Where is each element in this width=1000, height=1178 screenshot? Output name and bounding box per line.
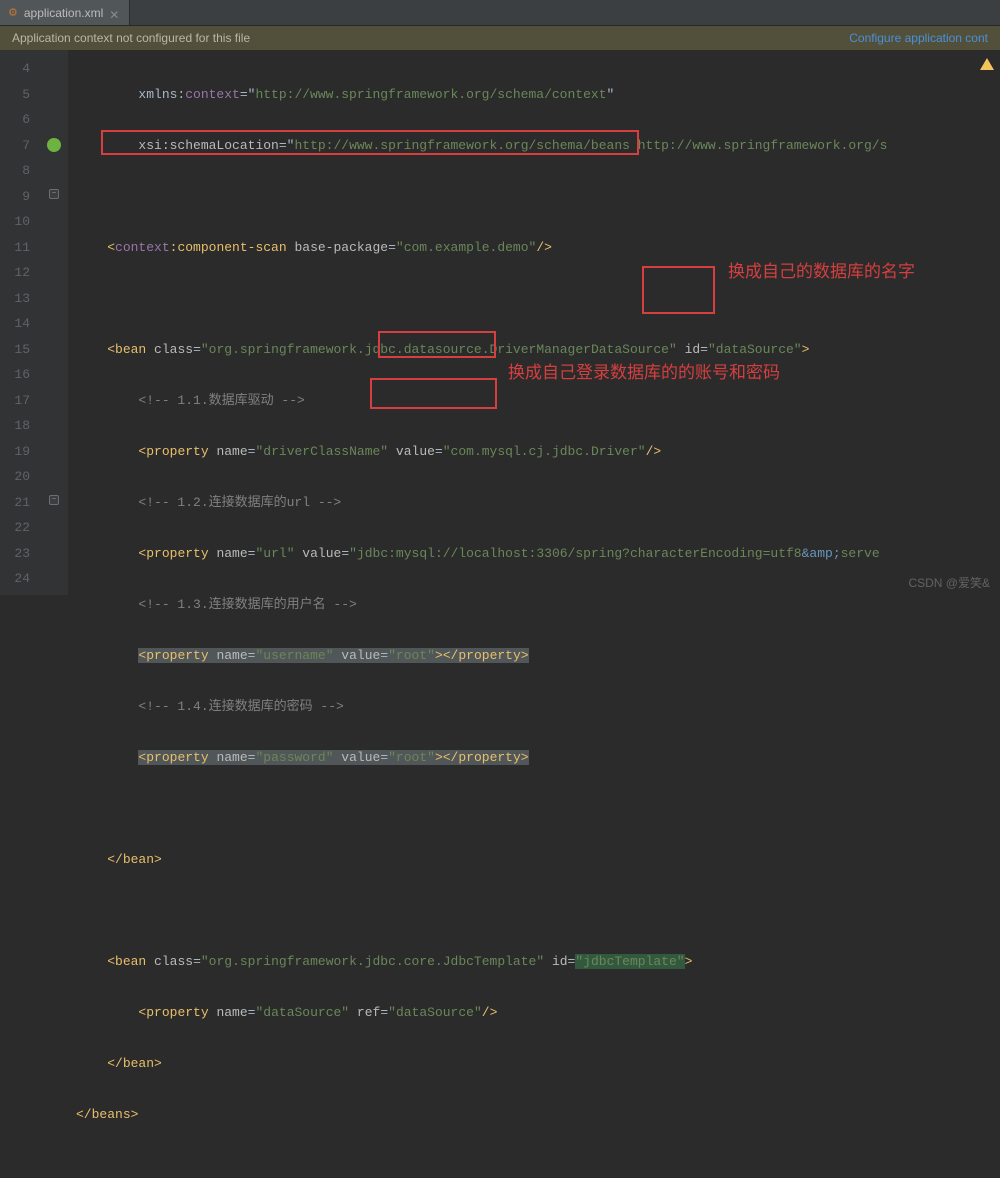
close-tab-icon[interactable]: ✕	[109, 8, 119, 18]
line-number: 18	[0, 413, 42, 439]
line-number: 9	[0, 184, 42, 210]
line-number: 24	[0, 566, 42, 592]
fold-icon[interactable]: −	[49, 189, 59, 199]
line-number: 23	[0, 541, 42, 567]
line-number: 10	[0, 209, 42, 235]
context-config-notice: Application context not configured for t…	[0, 26, 1000, 50]
line-number: 5	[0, 82, 42, 108]
gutter-icons: − −	[42, 50, 68, 595]
line-number: 4	[0, 56, 42, 82]
line-number: 15	[0, 337, 42, 363]
warning-icon[interactable]	[980, 58, 994, 70]
line-number: 8	[0, 158, 42, 184]
watermark: CSDN @爱笑&	[908, 574, 990, 591]
line-number: 17	[0, 388, 42, 414]
line-number: 14	[0, 311, 42, 337]
code-area[interactable]: xmlns:context="http://www.springframewor…	[68, 50, 887, 595]
line-number: 7	[0, 133, 42, 159]
configure-context-link[interactable]: Configure application cont	[849, 31, 988, 45]
editor-tab-bar: ⚙ application.xml ✕	[0, 0, 1000, 26]
line-number: 11	[0, 235, 42, 261]
line-number: 16	[0, 362, 42, 388]
line-number-gutter: 456789101112131415161718192021222324	[0, 50, 42, 595]
file-tab-application-xml[interactable]: ⚙ application.xml ✕	[0, 0, 130, 25]
line-number: 13	[0, 286, 42, 312]
line-number: 12	[0, 260, 42, 286]
code-editor[interactable]: 456789101112131415161718192021222324 − −…	[0, 50, 1000, 595]
fold-icon[interactable]: −	[49, 495, 59, 505]
xml-file-icon: ⚙	[8, 6, 18, 19]
line-number: 6	[0, 107, 42, 133]
line-number: 22	[0, 515, 42, 541]
file-tab-label: application.xml	[24, 6, 103, 20]
line-number: 20	[0, 464, 42, 490]
line-number: 19	[0, 439, 42, 465]
notice-text: Application context not configured for t…	[12, 31, 250, 45]
line-number: 21	[0, 490, 42, 516]
spring-bean-icon[interactable]	[47, 138, 61, 152]
